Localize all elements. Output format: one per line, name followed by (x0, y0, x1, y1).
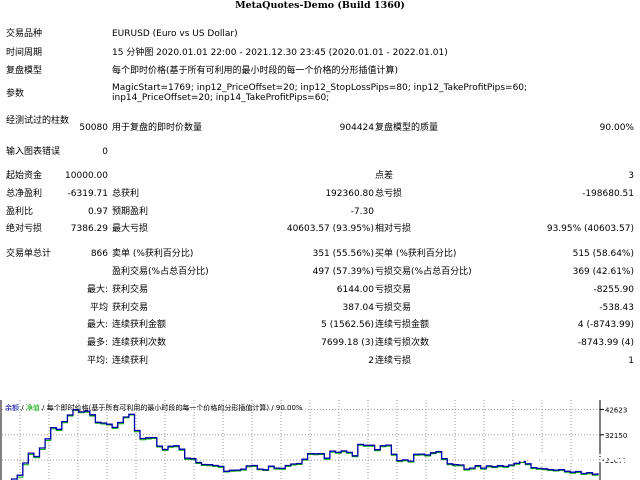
most-cons-loss-value: -8743.99 (4) (577, 338, 634, 348)
drawdown-row: 绝对亏损 7386.29 最大亏损 40603.57 (93.95%) 相对亏损… (0, 221, 640, 237)
profit-trades-label: 盈利交易(%占总百分比) (112, 267, 209, 277)
short-value: 351 (55.56%) (312, 249, 374, 259)
max-label: 最大: (86, 320, 108, 330)
profit-trades-value: 497 (57.39%) (312, 267, 374, 277)
max-cons-losses-value: 4 (-8743.99) (577, 320, 634, 330)
chart-legend: 余额 / 净值 / 每个即时价格(基于所有可利用的最小时段的每一个价格的分形插值… (5, 403, 303, 412)
rel-dd-value: 93.95% (40603.57) (546, 224, 634, 234)
avg-profit-label: 获利交易 (112, 303, 149, 313)
avg-cons-row: 平均: 连续获利 2 连续亏损 1 (0, 353, 640, 369)
avg2-label: 平均: (86, 356, 108, 366)
y-tick-label: 32150 (605, 432, 627, 440)
max-cons-wins-value: 5 (1562.56) (321, 320, 374, 330)
legend-equity: 净值 (26, 403, 40, 412)
largest-loss-value: -8255.90 (593, 285, 634, 295)
net-label: 总净盈利 (6, 189, 43, 199)
legend-balance: 余额 (5, 403, 19, 412)
symbol-label: 交易品种 (6, 29, 43, 39)
symbol-value: EURUSD (Euro vs US Dollar) (112, 29, 238, 39)
trades-label: 交易单总计 (6, 249, 52, 259)
largest-profit-value: 6144.00 (336, 285, 374, 295)
bars-value: 50080 (79, 123, 108, 133)
rel-dd-label: 相对亏损 (375, 224, 412, 234)
most-cons-profit-label: 连续获利次数 (112, 338, 167, 348)
spread-value: 3 (628, 171, 634, 181)
period-label: 时间周期 (6, 48, 43, 58)
period-row: 时间周期 15 分钟图 2020.01.01 22:00 - 2021.12.3… (0, 45, 640, 61)
y-tick-label: 42623 (605, 406, 627, 414)
avg-cons-losses-label: 连续亏损 (375, 356, 412, 366)
max-cons-losses-label: 连续亏损金额 (375, 320, 430, 330)
most-label: 最多: (86, 338, 108, 348)
ticks-label: 用于复盘的即时价数量 (112, 123, 203, 133)
pf-label: 盈利比 (6, 207, 34, 217)
largest-profit-label: 获利交易 (112, 285, 149, 295)
trades-row: 交易单总计 866 卖单 (%获利百分比) 351 (55.56%) 买单 (%… (0, 246, 640, 262)
largest-label: 最大: (86, 285, 108, 295)
model-row: 复盘模型 每个即时价格(基于所有可利用的最小时段的每一个价格的分形插值计算) (0, 63, 640, 79)
watermark: www.mt4.shop (512, 450, 634, 466)
net-value: -6319.71 (67, 189, 108, 199)
trades-value: 866 (90, 249, 108, 259)
abs-dd-label: 绝对亏损 (6, 224, 43, 234)
avg-cons-wins-label: 连续获利 (112, 356, 149, 366)
max-cons-row: 最大: 连续获利金额 5 (1562.56) 连续亏损金额 4 (-8743.9… (0, 317, 640, 333)
legend-description: / 每个即时价格(基于所有可利用的最小时段的每一个价格的分形插值计算) / 90… (40, 403, 303, 412)
quality-value: 90.00% (599, 123, 634, 133)
params-value: MagicStart=1769; inp12_PriceOffset=20; i… (112, 83, 528, 103)
legend-separator: / (19, 404, 26, 412)
most-cons-loss-label: 连续亏损次数 (375, 338, 430, 348)
max-cons-wins-label: 连续获利金额 (112, 320, 167, 330)
quality-label: 复盘模型的质量 (375, 123, 439, 133)
deposit-label: 起始资金 (6, 171, 43, 181)
avg-loss-label: 亏损交易 (375, 303, 412, 313)
deposit-value: 10000.00 (65, 171, 108, 181)
average-label: 平均 (89, 303, 108, 313)
deposit-row: 起始资金 10000.00 点差 3 (0, 168, 640, 184)
pf-value: 0.97 (87, 207, 108, 217)
avg-cons-losses-value: 1 (628, 356, 634, 366)
largest-loss-label: 亏损交易 (375, 285, 412, 295)
errors-label: 输入图表错误 (6, 147, 61, 157)
window-title: MetaQuotes-Demo (Build 1360) (235, 0, 405, 11)
spread-label: 点差 (375, 171, 394, 181)
most-cons-profit-value: 7699.18 (3) (321, 338, 374, 348)
avg-cons-wins-value: 2 (368, 356, 374, 366)
errors-row: 输入图表错误 0 (0, 144, 640, 160)
gross-loss-value: -198680.51 (582, 189, 634, 199)
bars-row: 50080 用于复盘的即时价数量 904424 复盘模型的质量 90.00% (0, 120, 640, 136)
model-value: 每个即时价格(基于所有可利用的最小时段的每一个价格的分形插值计算) (112, 66, 399, 76)
symbol-row: 交易品种 EURUSD (Euro vs US Dollar) (0, 26, 640, 42)
pf-row: 盈利比 0.97 预期盈利 -7.30 (0, 204, 640, 220)
loss-trades-value: 369 (42.61%) (572, 267, 634, 277)
long-value: 515 (58.64%) (572, 249, 634, 259)
profit-trades-row: 盈利交易(%占总百分比) 497 (57.39%) 亏损交易(%占总百分比) 3… (0, 264, 640, 280)
period-value: 15 分钟图 2020.01.01 22:00 - 2021.12.30 23:… (112, 48, 448, 58)
net-row: 总净盈利 -6319.71 总获利 192360.80 总亏损 -198680.… (0, 186, 640, 202)
loss-trades-label: 亏损交易(%占总百分比) (375, 267, 472, 277)
most-cons-row: 最多: 连续获利次数 7699.18 (3) 连续亏损次数 -8743.99 (… (0, 335, 640, 351)
long-label: 买单 (%获利百分比) (375, 249, 457, 259)
balance-chart: 426233215021677 余额 / 净值 / 每个即时价格(基于所有可利用… (0, 400, 640, 480)
ticks-value: 904424 (339, 123, 374, 133)
errors-value: 0 (102, 147, 108, 157)
largest-row: 最大: 获利交易 6144.00 亏损交易 -8255.90 (0, 282, 640, 298)
gross-profit-label: 总获利 (112, 189, 140, 199)
params-label: 参数 (6, 89, 25, 99)
max-dd-label: 最大亏损 (112, 224, 149, 234)
gross-profit-value: 192360.80 (325, 189, 374, 199)
avg-loss-value: -538.43 (599, 303, 634, 313)
payoff-value: -7.30 (350, 207, 374, 217)
gross-loss-label: 总亏损 (375, 189, 403, 199)
chart-background (0, 400, 640, 480)
average-row: 平均 获利交易 387.04 亏损交易 -538.43 (0, 300, 640, 316)
max-dd-value: 40603.57 (93.95%) (286, 224, 374, 234)
avg-profit-value: 387.04 (342, 303, 375, 313)
payoff-label: 预期盈利 (112, 207, 149, 217)
model-label: 复盘模型 (6, 66, 43, 76)
abs-dd-value: 7386.29 (70, 224, 108, 234)
short-label: 卖单 (%获利百分比) (112, 249, 194, 259)
